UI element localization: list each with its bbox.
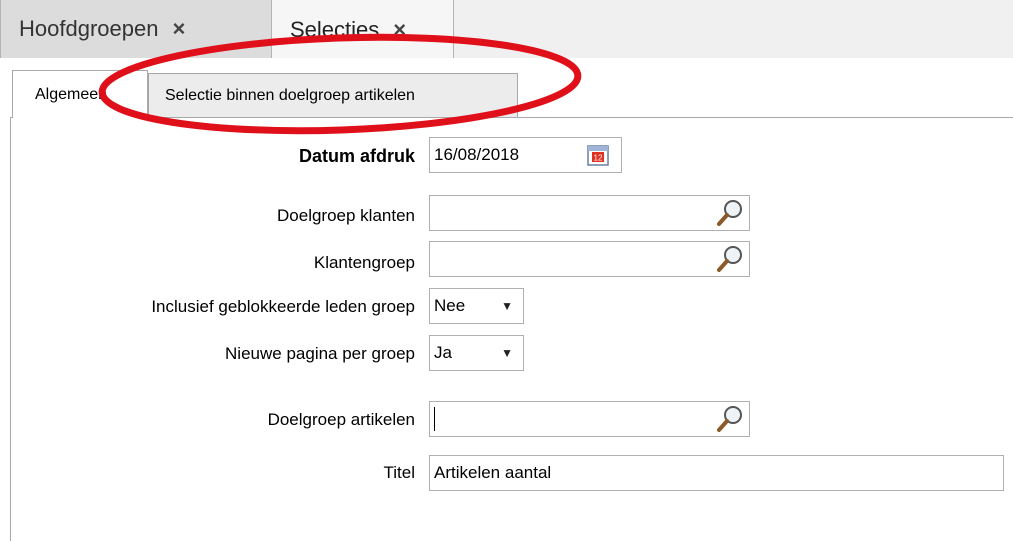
datum-afdruk-label: Datum afdruk (298, 146, 415, 166)
tab-divider (10, 117, 1013, 118)
nieuwe-pagina-value: Ja (434, 343, 452, 362)
close-icon[interactable]: × (393, 17, 406, 43)
tab-label: Selectie binnen doelgroep artikelen (165, 86, 415, 104)
nieuwe-pagina-select[interactable]: Ja ▼ (429, 335, 524, 371)
close-icon[interactable]: × (172, 16, 185, 42)
doelgroep-klanten-field[interactable] (429, 195, 750, 231)
doelgroep-artikelen-label: Doelgroep artikelen (267, 410, 415, 429)
chevron-down-icon[interactable]: ▼ (501, 346, 513, 360)
panel-border (10, 117, 11, 541)
svg-text:12: 12 (594, 154, 603, 163)
nieuwe-pagina-label: Nieuwe pagina per groep (225, 344, 415, 363)
tab-label: Algemeen (35, 85, 108, 103)
text-caret (434, 407, 435, 431)
search-icon[interactable] (715, 404, 745, 434)
tab-selectie-binnen-doelgroep[interactable]: Selectie binnen doelgroep artikelen (148, 73, 518, 117)
document-tabbar: Hoofdgroepen × Selecties × (0, 0, 1013, 59)
doc-tab-label: Selecties (290, 16, 380, 42)
inclusief-geblokkeerde-select[interactable]: Nee ▼ (429, 288, 524, 324)
datum-afdruk-field[interactable]: 16/08/2018 12 (429, 137, 622, 173)
calendar-icon[interactable]: 12 (587, 144, 609, 166)
doelgroep-klanten-label: Doelgroep klanten (277, 206, 415, 225)
titel-label: Titel (383, 463, 416, 482)
search-icon[interactable] (715, 198, 745, 228)
doc-tab-hoofdgroepen[interactable]: Hoofdgroepen × (0, 0, 272, 58)
inclusief-geblokkeerde-label: Inclusief geblokkeerde leden groep (151, 297, 415, 316)
search-icon[interactable] (715, 244, 745, 274)
chevron-down-icon[interactable]: ▼ (501, 299, 513, 313)
doc-tab-selecties[interactable]: Selecties × (272, 0, 454, 59)
doelgroep-artikelen-field[interactable] (429, 401, 750, 437)
tab-algemeen[interactable]: Algemeen (12, 70, 148, 118)
inclusief-geblokkeerde-value: Nee (434, 296, 466, 315)
doc-tab-label: Hoofdgroepen (19, 16, 159, 41)
datum-afdruk-value: 16/08/2018 (434, 145, 520, 164)
klantengroep-field[interactable] (429, 241, 750, 277)
klantengroep-label: Klantengroep (313, 253, 415, 272)
titel-field[interactable]: Artikelen aantal (429, 455, 1004, 491)
titel-value: Artikelen aantal (434, 463, 552, 482)
